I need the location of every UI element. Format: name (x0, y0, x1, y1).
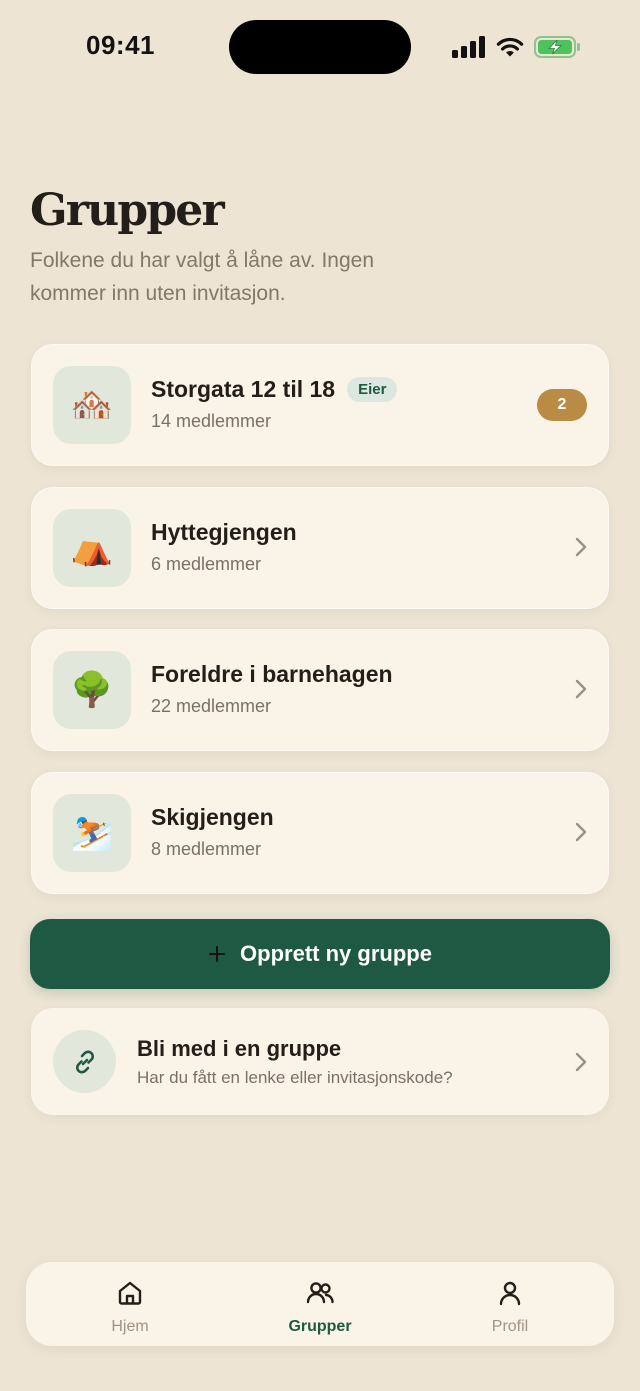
houses-icon: 🏘️ (70, 385, 114, 425)
create-group-button[interactable]: Opprett ny gruppe (30, 919, 610, 989)
group-name: Hyttegjengen (151, 519, 297, 545)
group-avatar: ⛷️ (53, 794, 131, 872)
group-avatar: ⛺ (53, 509, 131, 587)
status-icons (452, 34, 582, 60)
group-name: Storgata 12 til 18 (151, 376, 336, 402)
group-name-row: Storgata 12 til 18 Eier (151, 376, 398, 403)
tent-icon: ⛺ (70, 528, 114, 568)
status-bar: 09:41 (0, 0, 640, 96)
tab-label: Profil (491, 1318, 529, 1335)
group-member-count: 6 medlemmer (151, 554, 262, 574)
tab-label: Grupper (288, 1318, 352, 1335)
chevron-right-icon (575, 679, 587, 699)
home-icon (118, 1281, 142, 1305)
people-icon (306, 1282, 334, 1304)
group-member-count: 22 medlemmer (151, 696, 272, 716)
page-subtitle: Folkene du har valgt å låne av. Ingen ko… (30, 249, 375, 305)
group-card-hyttegjengen[interactable]: ⛺ Hyttegjengen 6 medlemmer (31, 487, 609, 609)
page-title: Grupper (30, 185, 225, 236)
join-group-title: Bli med i en gruppe (137, 1036, 342, 1061)
group-name-row: Hyttegjengen (151, 519, 297, 546)
link-icon (75, 1050, 94, 1073)
notification-count-badge: 2 (537, 389, 587, 421)
chevron-right-icon (575, 822, 587, 842)
owner-badge: Eier (347, 377, 398, 402)
group-name: Foreldre i barnehagen (151, 661, 393, 687)
person-icon (499, 1281, 521, 1306)
tree-icon: 🌳 (70, 670, 114, 710)
link-icon-container (53, 1030, 116, 1093)
tab-grupper[interactable]: Grupper (222, 1262, 418, 1346)
tab-label: Hjem (111, 1318, 149, 1335)
tab-hjem[interactable]: Hjem (32, 1262, 228, 1346)
group-card-storgata[interactable]: 🏘️ Storgata 12 til 18 Eier 14 medlemmer … (31, 344, 609, 466)
join-group-description: Har du fått en lenke eller invitasjonsko… (137, 1068, 453, 1087)
chevron-right-icon (575, 1052, 587, 1072)
group-member-count: 8 medlemmer (151, 839, 262, 859)
group-name-row: Foreldre i barnehagen (151, 661, 393, 688)
group-avatar: 🌳 (53, 651, 131, 729)
status-time: 09:41 (86, 30, 155, 60)
wifi-icon (496, 37, 524, 57)
join-group-card[interactable]: Bli med i en gruppe Har du fått en lenke… (31, 1008, 609, 1115)
dynamic-island (229, 20, 411, 74)
plus-icon (209, 946, 226, 962)
group-card-skigjengen[interactable]: ⛷️ Skigjengen 8 medlemmer (31, 772, 609, 894)
group-card-foreldre[interactable]: 🌳 Foreldre i barnehagen 22 medlemmer (31, 629, 609, 751)
group-name-row: Skigjengen (151, 804, 274, 831)
group-name: Skigjengen (151, 804, 274, 830)
battery-icon (534, 36, 580, 58)
tab-profil[interactable]: Profil (412, 1262, 608, 1346)
chevron-right-icon (575, 537, 587, 557)
bottom-tab-bar: Hjem Grupper Profil (26, 1262, 614, 1346)
group-member-count: 14 medlemmer (151, 411, 272, 431)
signal-icon (452, 36, 485, 58)
group-avatar: 🏘️ (53, 366, 131, 444)
skier-icon: ⛷️ (70, 813, 114, 853)
create-group-label: Opprett ny gruppe (240, 941, 432, 966)
page-header: Grupper Folkene du har valgt å låne av. … (30, 184, 610, 310)
